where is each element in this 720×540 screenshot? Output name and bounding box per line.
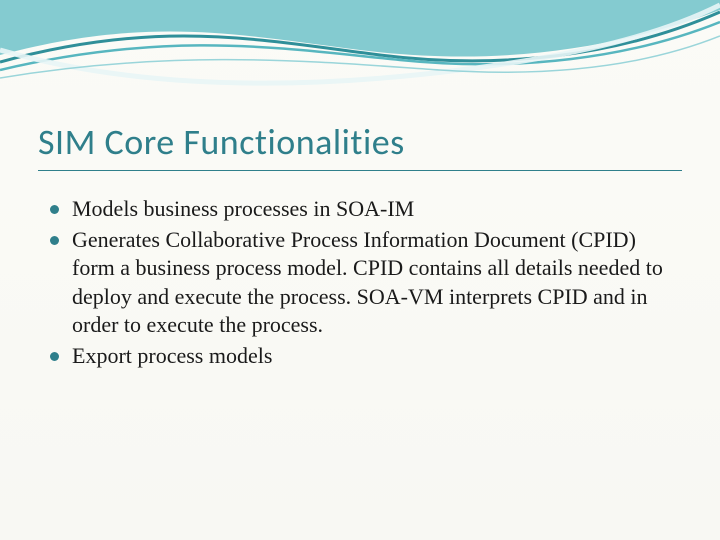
list-item: Generates Collaborative Process Informat…: [48, 226, 682, 340]
bullet-list: Models business processes in SOA-IM Gene…: [48, 195, 682, 371]
list-item: Export process models: [48, 342, 682, 371]
slide-title: SIM Core Functionalities: [38, 120, 682, 171]
list-item: Models business processes in SOA-IM: [48, 195, 682, 224]
wave-decoration: [0, 0, 720, 120]
slide-content: SIM Core Functionalities Models business…: [38, 120, 682, 373]
slide: SIM Core Functionalities Models business…: [0, 0, 720, 540]
